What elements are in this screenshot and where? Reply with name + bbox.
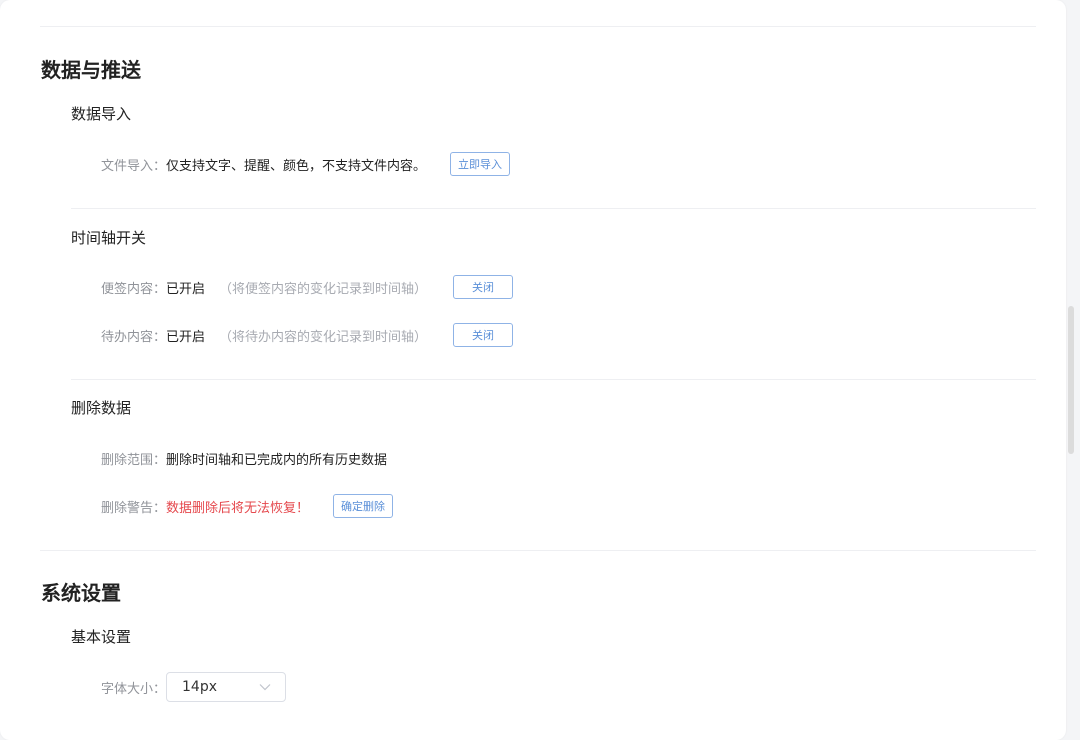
timeline-note-row: 便签内容： 已开启 （将便签内容的变化记录到时间轴） 关闭: [101, 274, 514, 300]
timeline-todo-row: 待办内容： 已开启 （将待办内容的变化记录到时间轴） 关闭: [101, 322, 514, 348]
divider: [71, 379, 1036, 380]
delete-warning-row: 删除警告： 数据删除后将无法恢复！ 确定删除: [101, 493, 394, 519]
divider: [71, 208, 1036, 209]
delete-warning-value: 数据删除后将无法恢复！: [166, 500, 310, 516]
todo-content-status: 已开启: [166, 329, 206, 345]
delete-scope-row: 删除范围： 删除时间轴和已完成内的所有历史数据: [101, 445, 387, 471]
section-title-system: 系统设置: [41, 581, 121, 605]
note-content-label: 便签内容：: [101, 281, 167, 297]
file-import-desc: 仅支持文字、提醒、颜色，不支持文件内容。: [166, 158, 427, 174]
divider: [40, 26, 1036, 27]
font-size-label: 字体大小：: [101, 681, 167, 697]
note-timeline-close-button[interactable]: 关闭: [453, 275, 514, 299]
file-import-row: 文件导入： 仅支持文字、提醒、颜色，不支持文件内容。 立即导入: [101, 151, 511, 177]
subsection-title-delete: 删除数据: [71, 399, 132, 417]
subsection-title-basic: 基本设置: [71, 628, 132, 646]
note-content-status: 已开启: [166, 281, 206, 297]
delete-scope-label: 删除范围：: [101, 452, 167, 468]
confirm-delete-button[interactable]: 确定删除: [333, 494, 394, 518]
divider: [40, 550, 1036, 551]
chevron-down-icon: [259, 684, 271, 691]
font-size-row: 字体大小： 14px: [101, 671, 287, 703]
scrollbar-thumb[interactable]: [1068, 306, 1074, 454]
font-size-value: 14px: [182, 679, 218, 695]
note-content-hint: （将便签内容的变化记录到时间轴）: [219, 281, 428, 297]
delete-warning-label: 删除警告：: [101, 500, 167, 516]
subsection-title-import: 数据导入: [71, 105, 132, 123]
todo-content-hint: （将待办内容的变化记录到时间轴）: [219, 329, 428, 345]
font-size-select[interactable]: 14px: [166, 672, 287, 702]
file-import-label: 文件导入：: [101, 158, 167, 174]
section-title-data-push: 数据与推送: [41, 58, 141, 82]
todo-timeline-close-button[interactable]: 关闭: [453, 323, 514, 347]
import-now-button[interactable]: 立即导入: [450, 152, 511, 176]
subsection-title-timeline: 时间轴开关: [71, 229, 147, 247]
todo-content-label: 待办内容：: [101, 329, 167, 345]
delete-scope-value: 删除时间轴和已完成内的所有历史数据: [166, 452, 388, 468]
settings-card: 数据与推送 数据导入 文件导入： 仅支持文字、提醒、颜色，不支持文件内容。 立即…: [0, 0, 1066, 740]
